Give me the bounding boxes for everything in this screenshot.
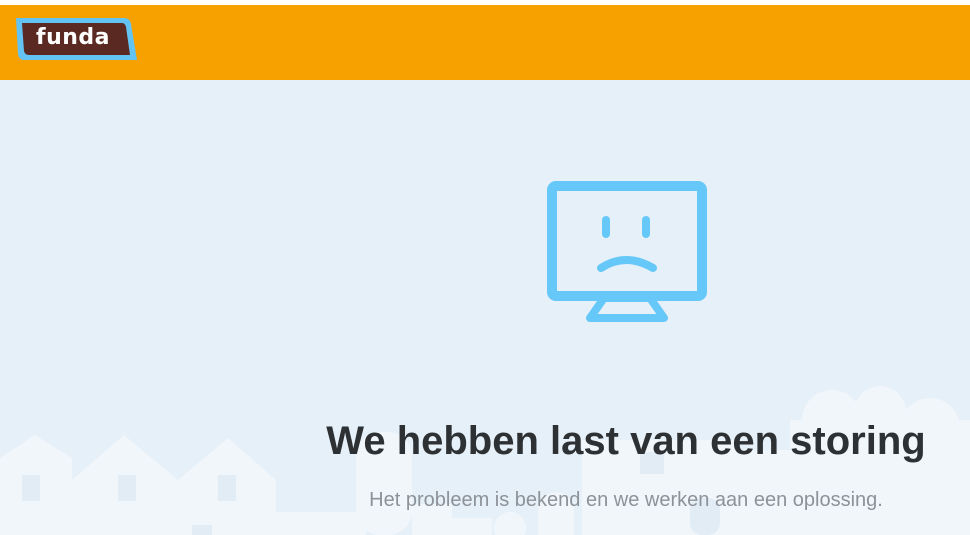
funda-logo[interactable]: funda <box>12 16 138 62</box>
logo-text: funda <box>36 25 110 50</box>
error-page: funda We hebben last van een storing Het… <box>0 0 970 535</box>
sad-monitor-icon <box>546 180 708 326</box>
sad-monitor-graphic <box>547 181 707 322</box>
site-header: funda <box>0 5 970 80</box>
error-subtitle: Het probleem is bekend en we werken aan … <box>369 489 883 511</box>
error-title: We hebben last van een storing <box>326 418 926 463</box>
